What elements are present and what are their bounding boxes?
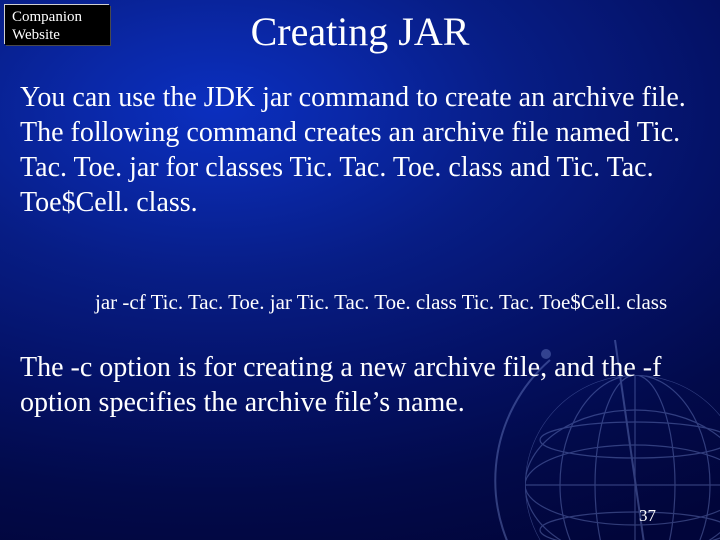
- body-paragraph-1: You can use the JDK jar command to creat…: [20, 80, 700, 220]
- slide: Companion Website Creating JAR You can u…: [0, 0, 720, 540]
- body-paragraph-2: The -c option is for creating a new arch…: [20, 350, 700, 420]
- slide-title: Creating JAR: [0, 8, 720, 55]
- page-number: 37: [639, 506, 656, 526]
- command-line: jar -cf Tic. Tac. Toe. jar Tic. Tac. Toe…: [95, 290, 667, 315]
